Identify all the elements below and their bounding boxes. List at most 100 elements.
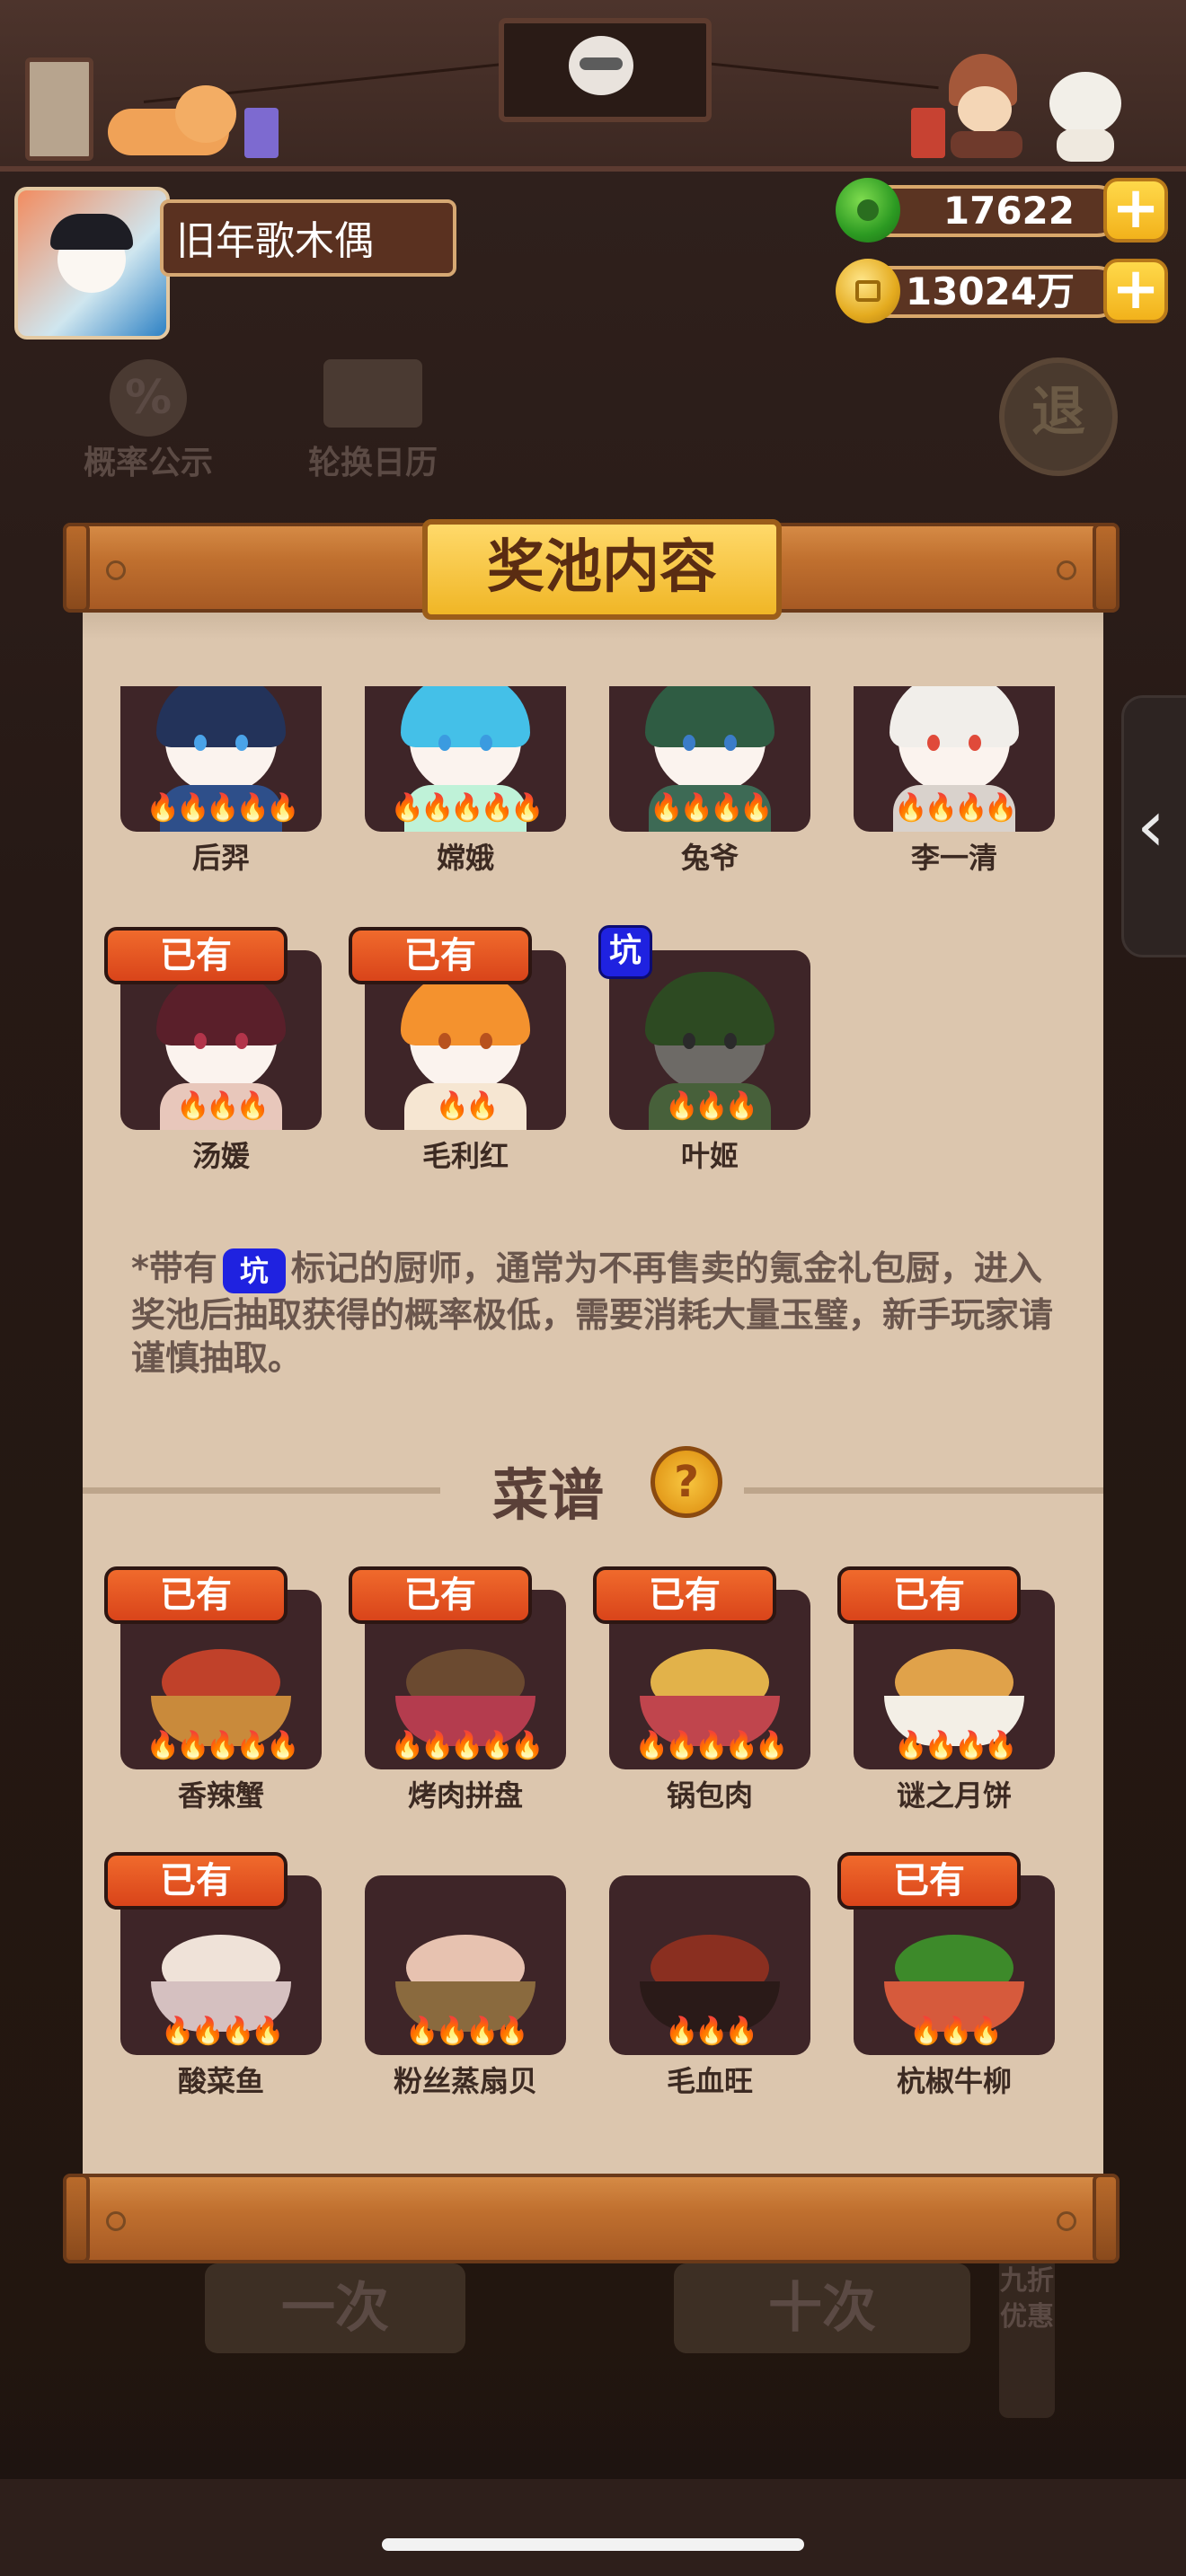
chef-art [683, 1033, 695, 1049]
rare-badge-inline: 坑 [222, 1248, 286, 1293]
chef-art [235, 735, 248, 751]
chef-card[interactable]: 🔥🔥🔥 叶姬 坑 [598, 925, 810, 1173]
flame-rating-icon: 🔥🔥🔥🔥 [405, 2016, 528, 2047]
flame-rating-icon: 🔥🔥🔥 [908, 2016, 1003, 2047]
flame-rating-icon: 🔥🔥🔥🔥 [161, 2016, 284, 2047]
chef-art [480, 1033, 492, 1049]
chef-card[interactable]: 🔥🔥🔥 汤媛 已有 [104, 927, 322, 1173]
chevron-left-icon: ‹ [1137, 784, 1165, 868]
avatar-hair [50, 214, 133, 250]
chef-name: 李一清 [910, 841, 997, 875]
recipe-card[interactable]: 🔥🔥🔥 杭椒牛柳 已有 [837, 1852, 1055, 2098]
player-avatar[interactable] [14, 187, 170, 340]
jade-currency: 17622 + [836, 178, 1168, 243]
flame-rating-icon: 🔥🔥🔥🔥 [894, 1730, 1017, 1761]
owned-badge: 已有 [104, 1852, 288, 1910]
recipe-card[interactable]: 🔥🔥🔥🔥 谜之月饼 已有 [837, 1566, 1055, 1813]
mascot-icon [569, 36, 633, 95]
recipe-section-title: 菜谱 [492, 1462, 605, 1528]
recipe-card[interactable]: 🔥🔥🔥🔥🔥 锅包肉 已有 [593, 1566, 810, 1813]
flame-rating-icon: 🔥🔥🔥🔥🔥 [146, 1730, 300, 1761]
rare-badge: 坑 [598, 925, 652, 979]
bottom-bar [0, 2479, 1186, 2576]
recipe-name: 香辣蟹 [177, 1778, 264, 1813]
chef-art [724, 735, 737, 751]
rare-note: *带有坑标记的厨师，通常为不再售卖的氪金礼包厨，进入奖池后抽取获得的概率极低，需… [131, 1247, 1066, 1380]
flame-rating-icon: 🔥🔥🔥🔥🔥 [390, 1730, 544, 1761]
recipe-card[interactable]: 🔥🔥🔥🔥 粉丝蒸扇贝 [365, 1852, 566, 2098]
flame-rating-icon: 🔥🔥 [435, 1090, 500, 1122]
recipe-name: 杭椒牛柳 [896, 2064, 1012, 2098]
panel-title: 奖池内容 [422, 519, 782, 620]
owned-badge: 已有 [104, 1566, 288, 1624]
exit-button[interactable]: 退 [999, 357, 1118, 476]
flame-rating-icon: 🔥🔥🔥🔥🔥 [146, 792, 300, 824]
chef-art [645, 972, 774, 1045]
owned-badge: 已有 [349, 927, 532, 984]
owned-badge: 已有 [349, 1566, 532, 1624]
tiger-cat-icon [90, 85, 236, 157]
chef-art [480, 735, 492, 751]
owned-badge: 已有 [837, 1852, 1021, 1910]
chef-art [194, 735, 207, 751]
recipe-card[interactable]: 🔥🔥🔥🔥 酸菜鱼 已有 [104, 1852, 322, 2098]
ten-draw-button[interactable]: 十次 [674, 2263, 970, 2353]
flame-rating-icon: 🔥🔥🔥 [175, 1090, 270, 1122]
chef-art [724, 1033, 737, 1049]
recipe-name: 谜之月饼 [896, 1778, 1012, 1813]
help-icon[interactable]: ? [651, 1446, 722, 1518]
recipe-card[interactable]: 🔥🔥🔥🔥🔥 香辣蟹 已有 [104, 1566, 322, 1813]
chef-name: 嫦娥 [436, 841, 494, 875]
chef-card[interactable]: 🔥🔥🔥🔥🔥 后羿 [120, 686, 322, 875]
white-cat-icon [1042, 72, 1123, 162]
recipe-name: 酸菜鱼 [177, 2064, 264, 2098]
add-coin-button[interactable]: + [1103, 259, 1168, 323]
flame-rating-icon: 🔥🔥🔥🔥 [894, 792, 1017, 824]
flame-rating-icon: 🔥🔥🔥🔥 [650, 792, 773, 824]
chef-art [194, 1033, 207, 1049]
home-indicator[interactable] [382, 2538, 804, 2551]
coin-amount: 13024万 [863, 266, 1123, 318]
recipe-name: 烤肉拼盘 [407, 1778, 523, 1813]
add-jade-button[interactable]: + [1103, 178, 1168, 243]
string-line [696, 61, 939, 90]
flame-rating-icon: 🔥🔥🔥🔥🔥 [390, 792, 544, 824]
chef-art [438, 1033, 451, 1049]
flame-rating-icon: 🔥🔥🔥🔥🔥 [634, 1730, 789, 1761]
chef-art [890, 686, 1019, 747]
chef-name: 后羿 [191, 841, 250, 875]
chef-art [645, 686, 774, 747]
chef-card[interactable]: 🔥🔥🔥🔥 兔爷 [609, 686, 810, 875]
chef-scroll-area[interactable]: 🔥🔥🔥🔥🔥 后羿 🔥🔥🔥🔥🔥 嫦娥 🔥🔥🔥🔥 兔爷 🔥🔥🔥🔥 李一清 🔥🔥🔥 汤媛 已有 🔥🔥 毛利红 已… [83, 686, 1103, 1189]
percent-icon: % [110, 359, 187, 437]
recipe-name: 毛血旺 [666, 2064, 753, 2098]
chef-name: 兔爷 [680, 841, 739, 875]
chef-card[interactable]: 🔥🔥🔥🔥🔥 嫦娥 [365, 686, 566, 875]
chef-card[interactable]: 🔥🔥🔥🔥 李一清 [854, 686, 1055, 875]
recipe-card[interactable]: 🔥🔥🔥🔥🔥 烤肉拼盘 已有 [349, 1566, 566, 1813]
coin-icon [836, 259, 900, 323]
rotation-calendar-button[interactable]: 轮换日历 [296, 359, 449, 483]
chef-name: 叶姬 [680, 1139, 739, 1173]
cup-icon [244, 108, 279, 158]
side-drawer-handle[interactable]: ‹ [1121, 695, 1186, 957]
recipe-name: 粉丝蒸扇贝 [393, 2064, 537, 2098]
recipe-card[interactable]: 🔥🔥🔥 毛血旺 [609, 1852, 810, 2098]
paw-frame-icon [25, 57, 93, 161]
calendar-label: 轮换日历 [307, 445, 438, 481]
top-decor-bar [0, 0, 1186, 172]
divider-left [83, 1487, 440, 1494]
single-draw-button[interactable]: 一次 [205, 2263, 465, 2353]
cup-icon [911, 108, 945, 158]
flame-rating-icon: 🔥🔥🔥 [664, 2016, 758, 2047]
jade-amount: 17622 [863, 185, 1123, 237]
flame-rating-icon: 🔥🔥🔥 [664, 1090, 758, 1122]
chef-card[interactable]: 🔥🔥 毛利红 已有 [349, 927, 566, 1173]
calendar-icon [323, 359, 422, 428]
owned-badge: 已有 [593, 1566, 776, 1624]
probability-button[interactable]: % 概率公示 [72, 359, 225, 483]
chef-art [969, 735, 981, 751]
recipe-name: 锅包肉 [666, 1778, 753, 1813]
probability-label: 概率公示 [83, 445, 213, 481]
chef-art [927, 735, 940, 751]
